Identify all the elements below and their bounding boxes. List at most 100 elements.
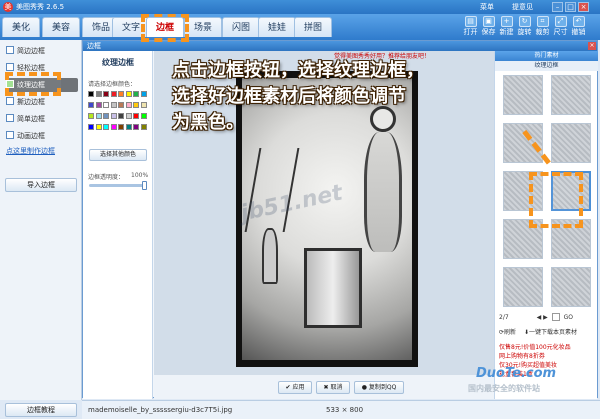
color-swatch[interactable] <box>103 102 109 108</box>
color-swatch[interactable] <box>133 102 139 108</box>
tab-beautify[interactable]: 美化 <box>2 17 40 37</box>
tab-doll[interactable]: 娃娃 <box>258 17 296 37</box>
download-more-button[interactable]: 一键下载本页素材 <box>529 329 577 336</box>
refresh-button[interactable]: 刷新 <box>504 329 516 336</box>
open-button[interactable]: ▤ 打开 <box>462 16 479 39</box>
resize-button[interactable]: ⤢ 尺寸 <box>552 16 569 39</box>
sidebar-item-torn-frame[interactable]: 撕边边框 <box>6 95 78 109</box>
frame-icon <box>6 46 14 54</box>
color-swatch[interactable] <box>133 91 139 97</box>
color-swatch[interactable] <box>118 102 124 108</box>
sidebar-item-label: 简边边框 <box>17 47 45 55</box>
tab-collage[interactable]: 拼图 <box>294 17 332 37</box>
sidebar-item-basic-frame[interactable]: 简单边框 <box>6 112 78 126</box>
page-input[interactable] <box>551 313 560 321</box>
color-swatch[interactable] <box>118 91 124 97</box>
color-swatch[interactable] <box>103 124 109 130</box>
apply-label: 应用 <box>292 384 305 391</box>
import-frame-button[interactable]: 导入边框 <box>5 178 77 192</box>
open-label: 打开 <box>463 28 478 36</box>
apply-icon: ✔ <box>285 384 291 391</box>
app-logo-icon: 美 <box>3 2 13 12</box>
dialog-close-icon[interactable]: × <box>588 42 596 50</box>
app-window: 美 美图秀秀 2.6.5 菜单 提意见 – □ × 美化 美容 饰品 文字 边框… <box>0 0 600 419</box>
prev-page-icon[interactable]: ◀ <box>537 314 542 321</box>
folder-icon: ▤ <box>464 16 477 27</box>
status-dimensions: 533 × 800 <box>326 406 364 414</box>
tab-scene[interactable]: 场景 <box>184 17 222 37</box>
crop-label: 裁剪 <box>535 28 550 36</box>
color-swatch[interactable] <box>103 91 109 97</box>
page-indicator: 2/7 <box>499 314 509 321</box>
tab-flash[interactable]: 闪图 <box>222 17 260 37</box>
rotate-button[interactable]: ↻ 旋转 <box>516 16 533 39</box>
status-bar: mademoiselle_by_sssssergiu-d3c7T5i.jpg 5… <box>82 400 600 419</box>
copy-to-qq-button[interactable]: ● 复制到QQ <box>354 381 404 394</box>
color-swatch[interactable] <box>88 113 94 119</box>
gallery-thumbnail[interactable] <box>503 267 543 307</box>
more-colors-button[interactable]: 选择其他颜色 <box>89 149 147 161</box>
frame-icon <box>6 131 14 139</box>
color-swatch[interactable] <box>125 113 132 119</box>
color-swatch[interactable] <box>125 124 132 130</box>
feedback-button[interactable]: 提意见 <box>512 2 533 12</box>
color-swatch[interactable] <box>88 102 94 108</box>
color-swatch[interactable] <box>95 91 102 97</box>
rotate-icon: ↻ <box>518 16 531 27</box>
color-swatch[interactable] <box>140 113 147 119</box>
highlight-selected-material <box>529 172 583 228</box>
tab-makeup[interactable]: 美容 <box>42 17 80 37</box>
figure-body <box>364 132 402 252</box>
color-swatch[interactable] <box>110 91 117 97</box>
color-swatch[interactable] <box>125 91 132 97</box>
color-swatch[interactable] <box>88 91 94 97</box>
color-swatch[interactable] <box>110 113 117 119</box>
frame-tutorial-button[interactable]: 边框教程 <box>5 403 77 417</box>
save-icon: ▣ <box>482 16 495 27</box>
gallery-thumbnail[interactable] <box>551 267 591 307</box>
cancel-button[interactable]: ✖ 取消 <box>316 381 350 394</box>
color-swatch[interactable] <box>110 102 117 108</box>
corner-watermark: 国内最安全的软件站 <box>468 384 540 393</box>
color-swatch[interactable] <box>110 124 117 130</box>
ad-line[interactable]: 仅售8元!价值100元化妆品 <box>499 343 595 352</box>
ad-line[interactable]: 网上购物有8折券 <box>499 352 595 361</box>
new-button[interactable]: + 新建 <box>498 16 515 39</box>
undo-button[interactable]: ↶ 撤销 <box>570 16 587 39</box>
color-swatch[interactable] <box>133 113 139 119</box>
apply-button[interactable]: ✔ 应用 <box>278 381 312 394</box>
color-swatch[interactable] <box>140 91 147 97</box>
next-page-icon[interactable]: ▶ <box>543 314 548 321</box>
color-swatch[interactable] <box>118 124 124 130</box>
crop-button[interactable]: ⌗ 裁剪 <box>534 16 551 39</box>
color-swatch[interactable] <box>95 113 102 119</box>
menu-button[interactable]: 菜单 <box>480 2 494 12</box>
dialog-button-bar: ✔ 应用 ✖ 取消 ● 复制到QQ <box>154 375 494 399</box>
color-swatch[interactable] <box>133 124 139 130</box>
color-swatch[interactable] <box>125 102 132 108</box>
color-swatch[interactable] <box>140 124 147 130</box>
color-swatch[interactable] <box>140 102 147 108</box>
opacity-slider-thumb[interactable] <box>142 181 147 190</box>
save-button[interactable]: ▣ 保存 <box>480 16 497 39</box>
color-swatch[interactable] <box>95 102 102 108</box>
close-icon[interactable]: × <box>578 2 589 12</box>
sidebar-item-animated-frame[interactable]: 动画边框 <box>6 129 78 143</box>
minimize-icon[interactable]: – <box>552 2 563 12</box>
color-swatch[interactable] <box>103 113 109 119</box>
status-filename: mademoiselle_by_sssssergiu-d3c7T5i.jpg <box>88 406 233 414</box>
tab-frame[interactable]: 边框 <box>146 17 184 37</box>
gallery-pager: 2/7 ◀ ▶ GO <box>499 313 595 323</box>
title-bar: 美 美图秀秀 2.6.5 菜单 提意见 – □ × <box>0 0 600 14</box>
sidebar-item-label: 撕边边框 <box>17 98 45 106</box>
go-button[interactable]: GO <box>564 314 573 321</box>
rotate-label: 旋转 <box>517 28 532 36</box>
maximize-icon[interactable]: □ <box>565 2 576 12</box>
sidebar-item-simple-frame[interactable]: 简边边框 <box>6 44 78 58</box>
opacity-slider[interactable] <box>89 181 147 190</box>
color-swatch[interactable] <box>88 124 94 130</box>
color-swatch[interactable] <box>95 124 102 130</box>
make-frame-link[interactable]: 点这里制作边框 <box>6 146 55 156</box>
color-swatch[interactable] <box>118 113 124 119</box>
vase <box>262 228 278 284</box>
